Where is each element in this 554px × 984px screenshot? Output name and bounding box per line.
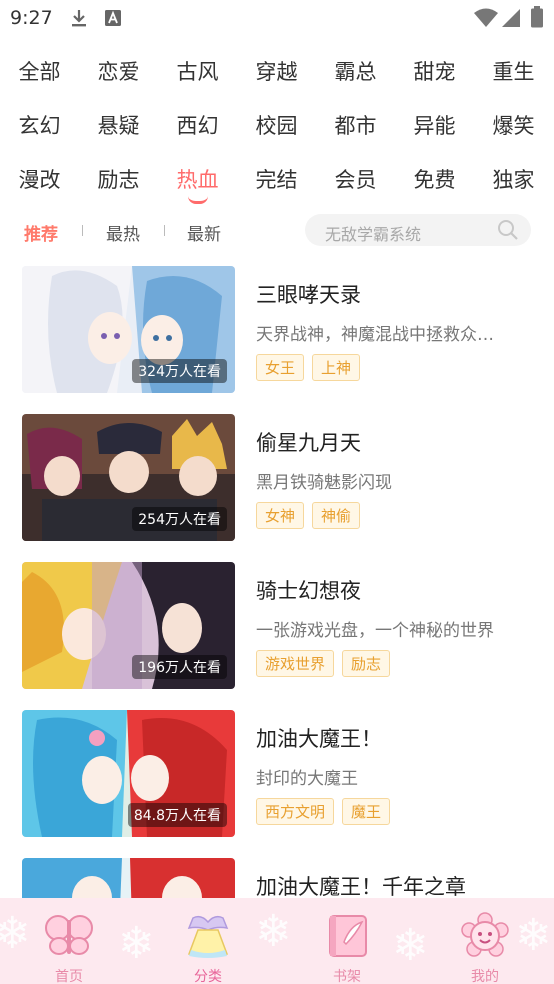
tag-list: 西方文明 魔王 bbox=[256, 798, 398, 825]
sort-bar: 推荐 最热 最新 无敌学霸系统 bbox=[0, 212, 554, 248]
comic-cover: 84.8万人在看 bbox=[22, 710, 235, 837]
category-row: 全部 恋爱 古风 穿越 霸总 甜宠 重生 bbox=[0, 48, 554, 102]
sort-tab-newest[interactable]: 最新 bbox=[187, 220, 221, 245]
wifi-icon bbox=[474, 8, 498, 32]
flower-face-icon bbox=[460, 912, 510, 964]
viewer-count: 254万人在看 bbox=[132, 507, 227, 531]
comic-cover: 324万人在看 bbox=[22, 266, 235, 393]
viewer-count: 196万人在看 bbox=[132, 655, 227, 679]
tag[interactable]: 女王 bbox=[256, 354, 305, 381]
viewer-count: 324万人在看 bbox=[132, 359, 227, 383]
tag[interactable]: 上神 bbox=[312, 354, 361, 381]
category-item[interactable]: 异能 bbox=[395, 110, 474, 140]
category-item[interactable]: 独家 bbox=[474, 164, 553, 194]
divider bbox=[164, 225, 165, 236]
category-item[interactable]: 甜宠 bbox=[395, 56, 474, 86]
category-item[interactable]: 重生 bbox=[474, 56, 553, 86]
book-icon bbox=[322, 915, 372, 964]
comic-description: 一张游戏光盘，一个神秘的世界 bbox=[256, 621, 494, 641]
snowflake-icon: ❄ bbox=[255, 906, 292, 957]
category-grid: 全部 恋爱 古风 穿越 霸总 甜宠 重生 玄幻 悬疑 西幻 校园 都市 异能 爆… bbox=[0, 48, 554, 210]
category-item[interactable]: 校园 bbox=[237, 110, 316, 140]
tag[interactable]: 游戏世界 bbox=[256, 650, 335, 677]
comic-list-item[interactable]: 324万人在看 三眼哮天录 天界战神，神魔混战中拯救众… 女王 上神 bbox=[0, 266, 554, 394]
category-item[interactable]: 古风 bbox=[158, 56, 237, 86]
comic-list-item[interactable]: 84.8万人在看 加油大魔王！ 封印的大魔王 西方文明 魔王 bbox=[0, 710, 554, 838]
notification-a-icon bbox=[104, 8, 122, 32]
dress-icon bbox=[183, 915, 233, 964]
divider bbox=[82, 225, 83, 236]
snowflake-icon: ❄ bbox=[118, 918, 155, 969]
search-placeholder: 无敌学霸系统 bbox=[325, 225, 422, 244]
tag[interactable]: 励志 bbox=[342, 650, 391, 677]
category-item[interactable]: 悬疑 bbox=[79, 110, 158, 140]
comic-description: 天界战神，神魔混战中拯救众… bbox=[256, 325, 494, 345]
nav-item-home[interactable]: 首页 bbox=[29, 912, 109, 984]
tag[interactable]: 魔王 bbox=[342, 798, 391, 825]
comic-cover: 254万人在看 bbox=[22, 414, 235, 541]
comic-description: 封印的大魔王 bbox=[256, 769, 358, 789]
comic-description: 黑月铁骑魅影闪现 bbox=[256, 473, 392, 493]
category-row: 漫改 励志 热血 完结 会员 免费 独家 bbox=[0, 156, 554, 210]
comic-title: 偷星九月天 bbox=[256, 431, 361, 455]
sort-tab-recommended[interactable]: 推荐 bbox=[24, 220, 58, 245]
download-icon bbox=[70, 8, 88, 32]
butterfly-icon bbox=[44, 915, 94, 964]
category-item-label: 热血 bbox=[176, 168, 219, 192]
category-item[interactable]: 都市 bbox=[316, 110, 395, 140]
snowflake-icon: ❄ bbox=[0, 908, 31, 959]
category-item[interactable]: 完结 bbox=[237, 164, 316, 194]
nav-label: 书架 bbox=[333, 969, 361, 984]
tag[interactable]: 西方文明 bbox=[256, 798, 335, 825]
battery-icon bbox=[530, 6, 544, 32]
nav-item-category[interactable]: 分类 bbox=[168, 912, 248, 984]
comic-title: 加油大魔王！千年之章 bbox=[256, 875, 466, 899]
snowflake-icon: ❄ bbox=[392, 920, 429, 971]
category-item[interactable]: 漫改 bbox=[0, 164, 79, 194]
category-item-active[interactable]: 热血 bbox=[158, 164, 237, 204]
status-bar: 9:27 bbox=[0, 0, 554, 38]
category-item[interactable]: 霸总 bbox=[316, 56, 395, 86]
viewer-count: 84.8万人在看 bbox=[127, 803, 227, 827]
category-item[interactable]: 励志 bbox=[79, 164, 158, 194]
tag[interactable]: 神偷 bbox=[312, 502, 361, 529]
category-item[interactable]: 会员 bbox=[316, 164, 395, 194]
category-item[interactable]: 玄幻 bbox=[0, 110, 79, 140]
category-item[interactable]: 穿越 bbox=[237, 56, 316, 86]
signal-icon bbox=[501, 8, 521, 32]
category-item[interactable]: 全部 bbox=[0, 56, 79, 86]
category-item[interactable]: 恋爱 bbox=[79, 56, 158, 86]
nav-label: 首页 bbox=[55, 969, 83, 984]
category-item[interactable]: 爆笑 bbox=[474, 110, 553, 140]
comic-cover: 196万人在看 bbox=[22, 562, 235, 689]
bottom-nav: ❄ ❄ ❄ ❄ ❄ 首页 分类 书架 我的 bbox=[0, 898, 554, 984]
comic-list-item[interactable]: 196万人在看 骑士幻想夜 一张游戏光盘，一个神秘的世界 游戏世界 励志 bbox=[0, 562, 554, 690]
status-time: 9:27 bbox=[10, 7, 53, 29]
tag-list: 游戏世界 励志 bbox=[256, 650, 398, 677]
comic-title: 加油大魔王！ bbox=[256, 727, 382, 751]
comic-title: 三眼哮天录 bbox=[256, 283, 361, 307]
search-input[interactable]: 无敌学霸系统 bbox=[305, 214, 531, 246]
tag[interactable]: 女神 bbox=[256, 502, 305, 529]
tag-list: 女神 神偷 bbox=[256, 502, 368, 529]
tag-list: 女王 上神 bbox=[256, 354, 368, 381]
nav-item-bookshelf[interactable]: 书架 bbox=[307, 912, 387, 984]
comic-list-item[interactable]: 254万人在看 偷星九月天 黑月铁骑魅影闪现 女神 神偷 bbox=[0, 414, 554, 542]
nav-label: 我的 bbox=[471, 969, 499, 984]
sort-tab-hottest[interactable]: 最热 bbox=[106, 220, 140, 245]
category-item[interactable]: 免费 bbox=[395, 164, 474, 194]
category-item[interactable]: 西幻 bbox=[158, 110, 237, 140]
search-icon[interactable] bbox=[497, 219, 519, 245]
nav-label: 分类 bbox=[194, 969, 222, 984]
nav-item-profile[interactable]: 我的 bbox=[445, 912, 525, 984]
comic-title: 骑士幻想夜 bbox=[256, 579, 361, 603]
active-underline bbox=[187, 196, 208, 204]
category-row: 玄幻 悬疑 西幻 校园 都市 异能 爆笑 bbox=[0, 102, 554, 156]
